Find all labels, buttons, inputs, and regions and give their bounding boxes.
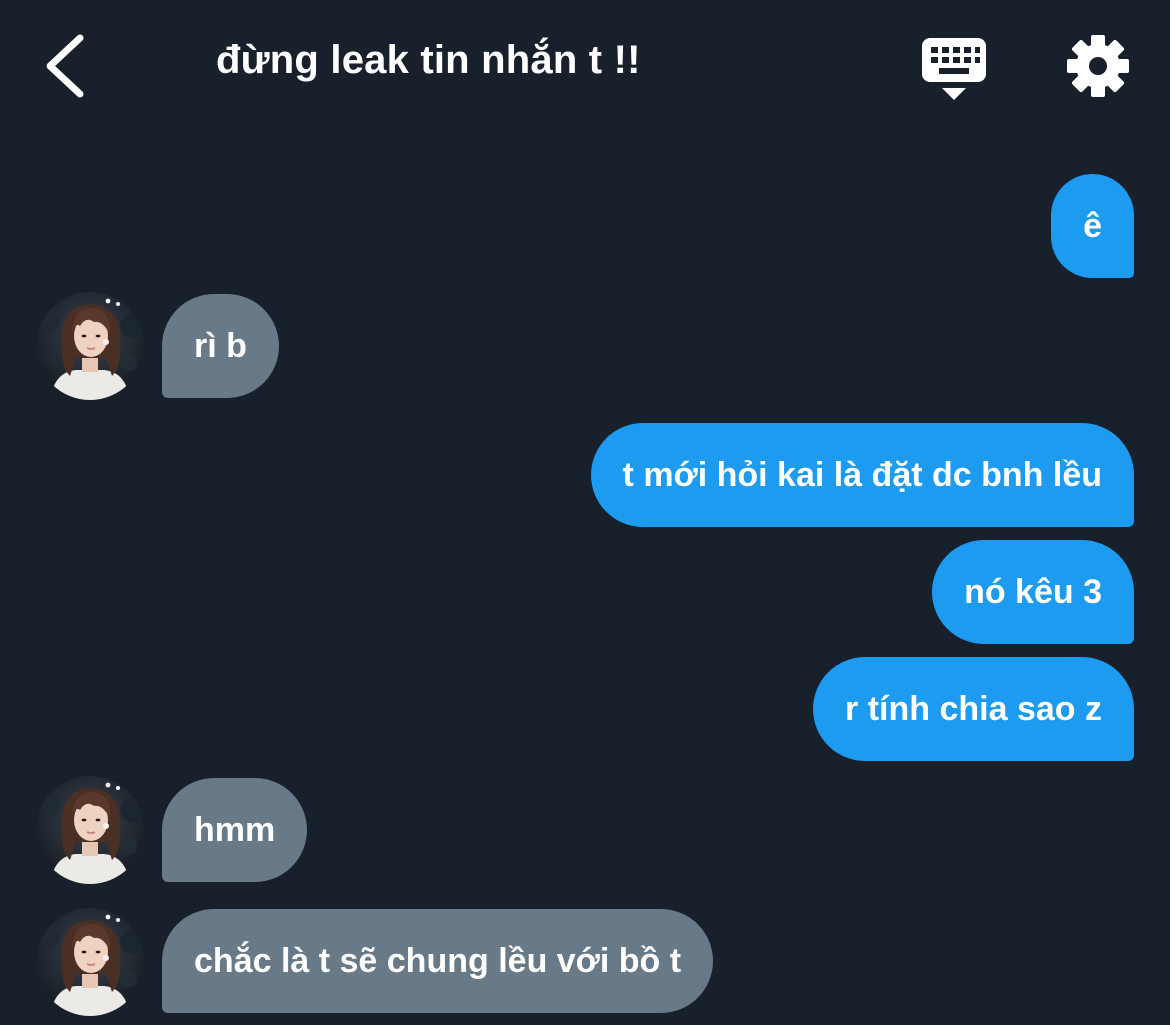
message-text: rì b <box>194 326 247 365</box>
message-bubble-outgoing[interactable]: nó kêu 3 <box>932 540 1134 644</box>
avatar[interactable] <box>36 908 144 1016</box>
chat-header: đừng leak tin nhắn t !! <box>0 0 1170 140</box>
message-text: nó kêu 3 <box>964 572 1102 611</box>
message-text: r tính chia sao z <box>845 689 1102 728</box>
keyboard-toggle-button[interactable] <box>918 34 990 104</box>
message-bubble-incoming[interactable]: hmm <box>162 778 308 882</box>
message-text: chắc là t sẽ chung lều với bồ t <box>194 941 682 980</box>
keyboard-icon <box>922 38 986 100</box>
message-bubble-incoming[interactable]: chắc là t sẽ chung lều với bồ t <box>162 909 714 1013</box>
gear-icon <box>1067 35 1129 97</box>
avatar[interactable] <box>36 292 144 400</box>
message-text: ê <box>1083 206 1102 245</box>
message-bubble-outgoing[interactable]: r tính chia sao z <box>813 657 1134 761</box>
message-bubble-incoming[interactable]: rì b <box>162 294 279 398</box>
conversation-title: đừng leak tin nhắn t !! <box>216 38 641 82</box>
message-bubble-outgoing[interactable]: t mới hỏi kai là đặt dc bnh lều <box>590 423 1134 527</box>
back-button[interactable] <box>36 30 96 102</box>
avatar[interactable] <box>36 776 144 884</box>
message-bubble-outgoing[interactable]: ê <box>1051 174 1134 278</box>
chevron-left-icon <box>46 34 84 98</box>
message-text: hmm <box>194 810 276 849</box>
settings-button[interactable] <box>1064 32 1132 100</box>
message-text: t mới hỏi kai là đặt dc bnh lều <box>622 455 1102 494</box>
